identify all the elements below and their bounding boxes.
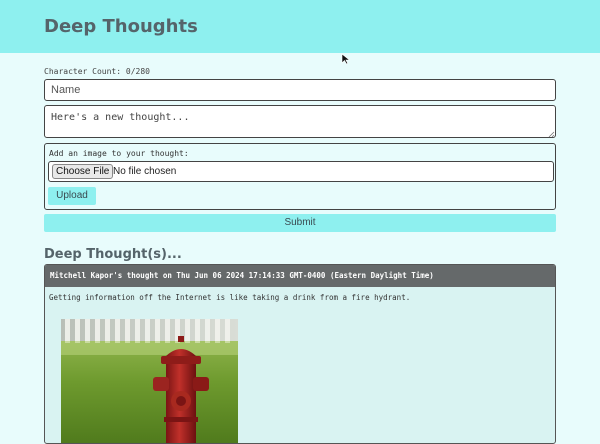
thought-text: Getting information off the Internet is …: [49, 293, 411, 302]
thoughts-section-title: Deep Thought(s)...: [44, 247, 182, 262]
thought-card: Mitchell Kapor's thought on Thu Jun 06 2…: [44, 264, 556, 444]
file-status-text: No file chosen: [113, 166, 177, 177]
file-input[interactable]: Choose File No file chosen: [48, 161, 554, 182]
image-upload-panel: Add an image to your thought: Choose Fil…: [44, 143, 556, 210]
app-title[interactable]: Deep Thoughts: [44, 16, 198, 37]
upload-button[interactable]: Upload: [48, 187, 96, 205]
resize-grip-icon[interactable]: [548, 131, 555, 138]
mouse-pointer-icon: [341, 53, 351, 65]
character-count: Character Count: 0/280: [44, 67, 150, 76]
name-input[interactable]: [44, 79, 556, 101]
choose-file-button[interactable]: Choose File: [52, 164, 114, 179]
thought-card-header[interactable]: Mitchell Kapor's thought on Thu Jun 06 2…: [45, 265, 555, 287]
thought-textarea[interactable]: [44, 105, 556, 138]
image-upload-label: Add an image to your thought:: [49, 149, 189, 158]
submit-button[interactable]: Submit: [44, 214, 556, 232]
app-header: Deep Thoughts: [0, 0, 600, 53]
fire-hydrant-image: [61, 319, 238, 443]
